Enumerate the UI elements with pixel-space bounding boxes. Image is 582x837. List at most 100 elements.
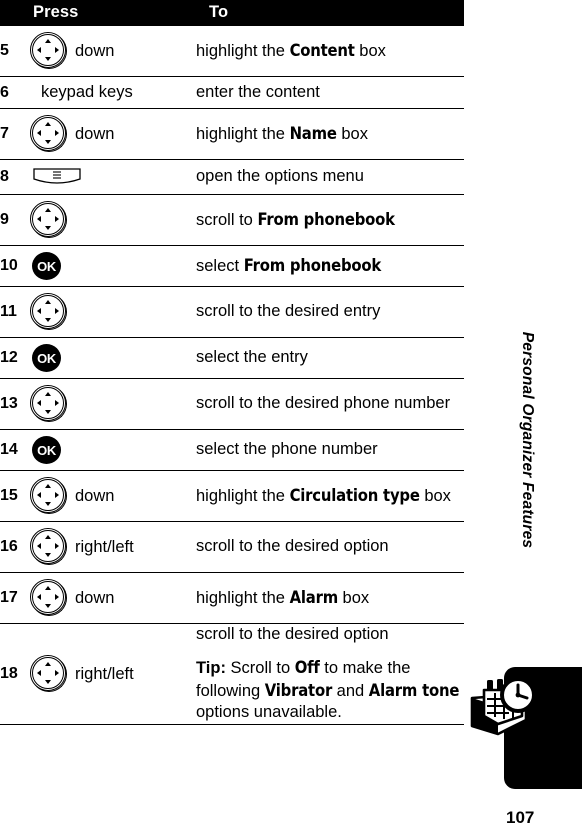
press-direction-label: down (75, 486, 115, 505)
ok-key-icon: OK (32, 252, 61, 280)
step-description: scroll to the desired entry (196, 302, 381, 321)
press-key-group: right/left (30, 649, 196, 699)
step-description: select the phone number (196, 440, 378, 459)
press-key-group (30, 379, 196, 429)
table-row: 11 scroll to the desired entry (0, 287, 464, 338)
press-key-group: down (30, 109, 196, 159)
table-row: 18 right/left scroll to the desired option… (0, 624, 464, 725)
calendar-clock-icon (468, 668, 540, 740)
table-header: Press To (0, 0, 464, 26)
press-direction-label: down (75, 124, 115, 143)
step-number: 8 (0, 168, 9, 185)
table-row: 7 down highlight the Name box (0, 109, 464, 160)
table-header-row: Press To (0, 0, 464, 26)
table-row: 16 right/left scroll to the desired option (0, 522, 464, 573)
press-key-group: down (30, 573, 196, 623)
step-press-cell: OK (30, 338, 196, 379)
step-number: 17 (0, 589, 18, 606)
step-number: 13 (0, 395, 18, 412)
press-direction-label: right/left (75, 537, 134, 556)
table-row: 12 OK select the entry (0, 338, 464, 379)
press-key-group: right/left (30, 522, 196, 572)
step-description: scroll to the desired option Tip: Scroll … (196, 625, 460, 722)
step-press-cell (30, 287, 196, 338)
press-key-group (30, 160, 196, 194)
step-description: highlight the Content box (196, 40, 386, 60)
step-press-cell (30, 379, 196, 430)
press-key-group: OK (30, 338, 196, 378)
step-description: highlight the Alarm box (196, 587, 370, 607)
step-description: highlight the Circulation type box (196, 485, 451, 505)
navigation-key-icon (30, 477, 68, 515)
chapter-title-vertical: Personal Organizer Features (519, 331, 536, 549)
step-number: 9 (0, 211, 9, 228)
column-header-press: Press (30, 0, 196, 26)
step-number: 11 (0, 303, 17, 320)
table-row: 8 open the options menu (0, 160, 464, 195)
press-direction-label: down (75, 41, 115, 60)
navigation-key-icon (30, 655, 68, 693)
table-row: 15 down highlight the Circulation type box (0, 471, 464, 522)
step-press-cell: down (30, 26, 196, 77)
step-press-cell: down (30, 109, 196, 160)
step-press-cell: right/left (30, 522, 196, 573)
step-description: select the entry (196, 348, 308, 367)
step-press-cell (30, 195, 196, 246)
step-press-cell: keypad keys (30, 77, 196, 109)
procedure-steps-table: Press To 5 down highlight the Content box 6… (0, 0, 464, 725)
table-row: 5 down highlight the Content box (0, 26, 464, 77)
manual-page: Press To 5 down highlight the Content box 6… (0, 0, 582, 837)
press-key-group (30, 287, 196, 337)
navigation-key-icon (30, 528, 68, 566)
step-number: 12 (0, 349, 18, 366)
menu-key-icon (32, 166, 82, 188)
step-press-cell: down (30, 471, 196, 522)
step-number: 7 (0, 125, 9, 142)
navigation-key-icon (30, 579, 68, 617)
step-number: 6 (0, 83, 9, 101)
step-number: 16 (0, 538, 18, 555)
press-direction-label: down (75, 588, 115, 607)
step-press-cell: right/left (30, 624, 196, 725)
step-press-cell (30, 160, 196, 195)
column-header-to: To (196, 0, 464, 26)
press-key-group (30, 195, 196, 245)
step-number: 5 (0, 42, 9, 59)
table-row: 10 OK select From phonebook (0, 246, 464, 287)
step-press-cell: down (30, 573, 196, 624)
ok-key-icon: OK (32, 344, 61, 372)
step-description: enter the content (196, 82, 320, 101)
table-body: 5 down highlight the Content box 6 keypad ke… (0, 26, 464, 725)
navigation-key-icon (30, 201, 68, 239)
column-header-number (0, 0, 30, 26)
table-row: 6 keypad keys enter the content (0, 77, 464, 109)
press-key-group: down (30, 26, 196, 76)
step-description: select From phonebook (196, 255, 382, 275)
step-number: 14 (0, 441, 18, 458)
navigation-key-icon (30, 293, 68, 331)
press-key-group: OK (30, 246, 196, 286)
step-description: scroll to the desired option (196, 537, 389, 556)
step-number: 18 (0, 665, 18, 683)
navigation-key-icon (30, 32, 68, 70)
step-number: 10 (0, 257, 18, 274)
step-description: scroll to the desired phone number (196, 394, 451, 413)
table-row: 9 scroll to From phonebook (0, 195, 464, 246)
step-number: 15 (0, 487, 18, 504)
keypad-keys-label: keypad keys (41, 83, 133, 101)
step-description: highlight the Name box (196, 123, 368, 143)
navigation-key-icon (30, 385, 68, 423)
press-direction-label: right/left (75, 664, 134, 683)
table-row: 13 scroll to the desired phone number (0, 379, 464, 430)
press-key-group: down (30, 471, 196, 521)
table-row: 14 OK select the phone number (0, 430, 464, 471)
press-key-group: OK (30, 430, 196, 470)
step-description: open the options menu (196, 167, 364, 186)
table-row: 17 down highlight the Alarm box (0, 573, 464, 624)
ok-key-icon: OK (32, 436, 61, 464)
step-press-cell: OK (30, 430, 196, 471)
navigation-key-icon (30, 115, 68, 153)
step-description: scroll to From phonebook (196, 209, 395, 229)
page-number: 107 (506, 808, 535, 827)
step-press-cell: OK (30, 246, 196, 287)
